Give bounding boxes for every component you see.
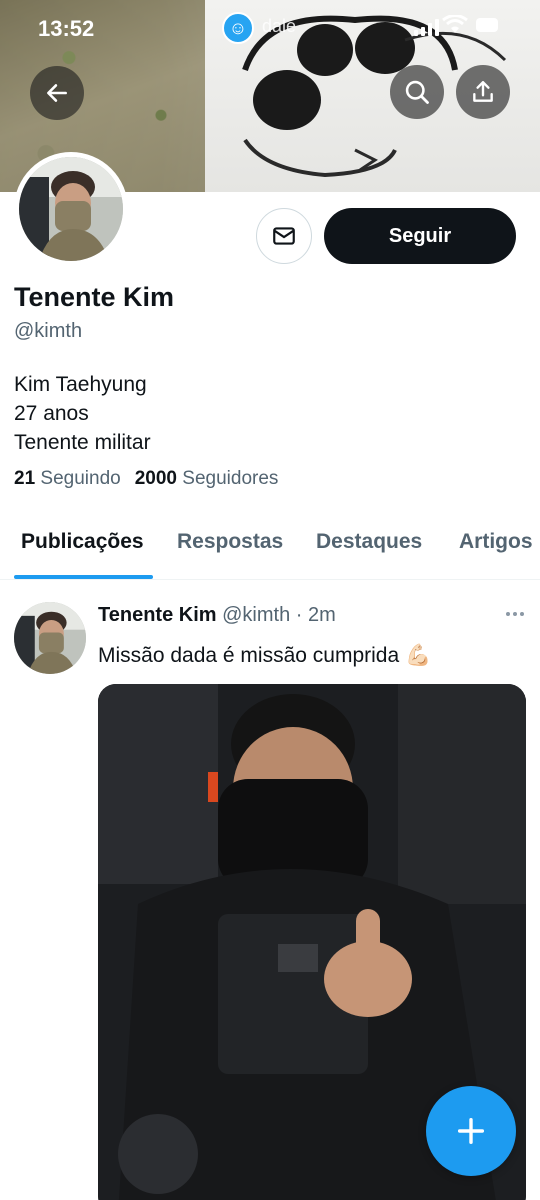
followers-label: Seguidores: [182, 468, 279, 489]
tweet-header: Tenente Kim @kimth · 2m: [98, 604, 336, 627]
app-indicator-icon: ☺: [222, 12, 254, 44]
envelope-icon: [273, 227, 295, 245]
message-button[interactable]: [256, 208, 312, 264]
tab-artigos[interactable]: Artigos: [459, 530, 533, 554]
status-time: 13:52: [38, 16, 95, 41]
follow-stats: 21 Seguindo 2000 Seguidores: [14, 468, 278, 490]
status-app-label: dale: [262, 16, 297, 36]
share-button[interactable]: [456, 65, 510, 119]
tweet-text: Missão dada é missão cumprida 💪🏻: [98, 644, 432, 667]
profile-display-name: Tenente Kim: [14, 282, 175, 312]
tweet-author-avatar[interactable]: [14, 602, 86, 674]
follow-button[interactable]: Seguir: [324, 208, 516, 264]
following-count: 21: [14, 468, 36, 489]
tab-destaques[interactable]: Destaques: [316, 530, 422, 554]
profile-tabs: Publicações Respostas Destaques Artigos: [0, 512, 540, 580]
status-bar: 13:52 ☺ dale: [0, 0, 540, 56]
cellular-signal-icon: [414, 18, 439, 36]
wifi-icon: [442, 15, 468, 33]
bio-line: Kim Taehyung: [14, 373, 147, 396]
tweet-separator: ·: [295, 604, 303, 626]
following-label: Seguindo: [40, 468, 121, 489]
avatar-image: [19, 157, 123, 261]
search-icon: [405, 80, 429, 104]
tweet-time[interactable]: 2m: [308, 604, 336, 626]
arrow-left-icon: [47, 84, 67, 102]
plus-icon: [457, 1117, 485, 1145]
tab-respostas[interactable]: Respostas: [177, 530, 283, 554]
followers-link[interactable]: 2000 Seguidores: [135, 468, 279, 489]
tweet-author-name[interactable]: Tenente Kim: [98, 604, 217, 626]
battery-icon: [476, 18, 498, 32]
active-tab-indicator: [14, 575, 153, 579]
tweet-author-handle[interactable]: @kimth: [222, 604, 290, 626]
profile-bio: Kim Taehyung 27 anos Tenente militar: [14, 370, 151, 457]
share-icon: [473, 81, 493, 102]
tab-publicacoes[interactable]: Publicações: [21, 530, 144, 554]
following-link[interactable]: 21 Seguindo: [14, 468, 121, 489]
compose-button[interactable]: [426, 1086, 516, 1176]
more-dots-icon[interactable]: [506, 612, 524, 616]
profile-avatar[interactable]: [14, 152, 128, 266]
bio-line: Tenente militar: [14, 431, 151, 454]
bio-line: 27 anos: [14, 402, 89, 425]
profile-handle: @kimth: [14, 320, 83, 342]
back-button[interactable]: [30, 66, 84, 120]
search-button[interactable]: [390, 65, 444, 119]
followers-count: 2000: [134, 468, 177, 489]
